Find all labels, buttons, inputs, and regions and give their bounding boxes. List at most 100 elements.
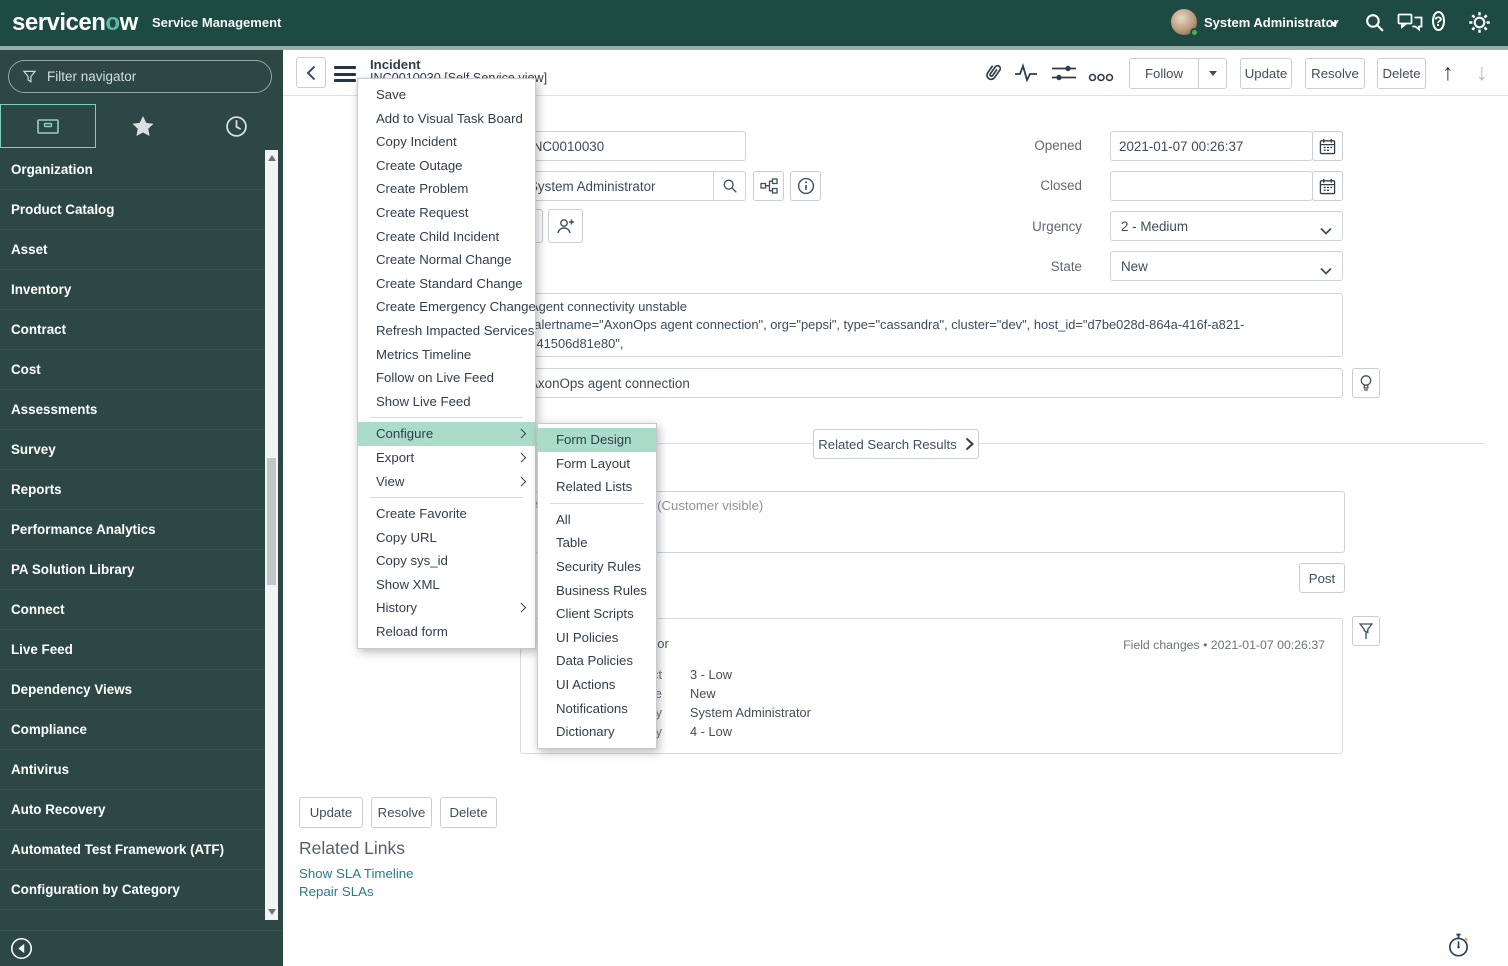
description-field[interactable]: Agent connectivity unstable {alertname="… bbox=[520, 293, 1343, 357]
submenu-item-data-policies[interactable]: Data Policies bbox=[538, 649, 656, 673]
repair-slas-link[interactable]: Repair SLAs bbox=[299, 884, 374, 899]
sidebar-item-dependency-views[interactable]: Dependency Views bbox=[0, 670, 266, 710]
show-related-records-button[interactable] bbox=[753, 171, 784, 201]
menu-item-create-child-incident[interactable]: Create Child Incident bbox=[358, 225, 535, 249]
submenu-item-ui-actions[interactable]: UI Actions bbox=[538, 673, 656, 697]
personalize-form-sliders-icon[interactable] bbox=[1051, 62, 1077, 89]
menu-item-history[interactable]: History bbox=[358, 596, 535, 620]
avatar[interactable] bbox=[1171, 9, 1199, 37]
delete-button-footer[interactable]: Delete bbox=[440, 797, 497, 828]
sidebar-item-pa-solution-library[interactable]: PA Solution Library bbox=[0, 550, 266, 590]
related-search-results-button[interactable]: Related Search Results bbox=[813, 429, 979, 459]
context-menu-button[interactable] bbox=[334, 63, 356, 85]
sidebar-item-atf[interactable]: Automated Test Framework (ATF) bbox=[0, 830, 266, 870]
menu-item-copy-url[interactable]: Copy URL bbox=[358, 526, 535, 550]
suggestion-lightbulb-button[interactable] bbox=[1352, 368, 1380, 398]
filter-navigator-input[interactable] bbox=[8, 60, 272, 93]
menu-item-save[interactable]: Save bbox=[358, 83, 535, 107]
submenu-item-related-lists[interactable]: Related Lists bbox=[538, 475, 656, 499]
menu-item-refresh-impacted-services[interactable]: Refresh Impacted Services bbox=[358, 319, 535, 343]
menu-item-show-xml[interactable]: Show XML bbox=[358, 573, 535, 597]
more-options-icon[interactable] bbox=[1088, 69, 1114, 87]
add-caller-button[interactable] bbox=[548, 209, 583, 243]
menu-item-create-standard-change[interactable]: Create Standard Change bbox=[358, 272, 535, 296]
menu-item-copy-sys-id[interactable]: Copy sys_id bbox=[358, 549, 535, 573]
sidebar-item-organization[interactable]: Organization bbox=[0, 150, 266, 190]
activity-pulse-icon[interactable] bbox=[1014, 62, 1038, 89]
update-button-header[interactable]: Update bbox=[1240, 58, 1292, 89]
post-button[interactable]: Post bbox=[1299, 563, 1345, 593]
menu-item-metrics-timeline[interactable]: Metrics Timeline bbox=[358, 343, 535, 367]
sidebar-scrollbar-thumb[interactable] bbox=[267, 458, 276, 585]
delete-button-header[interactable]: Delete bbox=[1377, 58, 1426, 89]
follow-button[interactable]: Follow bbox=[1129, 58, 1199, 89]
closed-field[interactable] bbox=[1110, 171, 1313, 201]
update-button-footer[interactable]: Update bbox=[299, 797, 363, 828]
menu-item-create-normal-change[interactable]: Create Normal Change bbox=[358, 248, 535, 272]
gear-icon[interactable] bbox=[1468, 11, 1491, 39]
show-sla-timeline-link[interactable]: Show SLA Timeline bbox=[299, 866, 414, 881]
menu-item-create-request[interactable]: Create Request bbox=[358, 201, 535, 225]
sidebar-item-product-catalog[interactable]: Product Catalog bbox=[0, 190, 266, 230]
menu-item-copy-incident[interactable]: Copy Incident bbox=[358, 130, 535, 154]
follow-dropdown-button[interactable] bbox=[1199, 58, 1227, 89]
menu-item-configure[interactable]: Configure bbox=[358, 422, 535, 446]
scroll-to-top-icon[interactable]: ↑ bbox=[1442, 59, 1454, 86]
scroll-down-arrow-icon[interactable] bbox=[267, 909, 276, 915]
state-select[interactable]: New bbox=[1110, 251, 1343, 281]
sidebar-item-reports[interactable]: Reports bbox=[0, 470, 266, 510]
sidebar-item-survey[interactable]: Survey bbox=[0, 430, 266, 470]
submenu-item-dictionary[interactable]: Dictionary bbox=[538, 720, 656, 744]
sidebar-item-antivirus[interactable]: Antivirus bbox=[0, 750, 266, 790]
menu-item-follow-on-live-feed[interactable]: Follow on Live Feed bbox=[358, 366, 535, 390]
submenu-item-notifications[interactable]: Notifications bbox=[538, 697, 656, 721]
submenu-item-all[interactable]: All bbox=[538, 508, 656, 532]
opened-field[interactable] bbox=[1110, 131, 1313, 161]
help-icon[interactable]: ? bbox=[1432, 11, 1445, 31]
sidebar-item-live-feed[interactable]: Live Feed bbox=[0, 630, 266, 670]
menu-item-create-favorite[interactable]: Create Favorite bbox=[358, 502, 535, 526]
activity-filter-button[interactable] bbox=[1352, 616, 1380, 646]
submenu-item-ui-policies[interactable]: UI Policies bbox=[538, 626, 656, 650]
caller-lookup-icon[interactable] bbox=[713, 172, 745, 200]
sidebar-item-configuration-by-category[interactable]: Configuration by Category bbox=[0, 870, 266, 910]
sidebar-item-cost[interactable]: Cost bbox=[0, 350, 266, 390]
submenu-item-business-rules[interactable]: Business Rules bbox=[538, 579, 656, 603]
tab-all-applications[interactable] bbox=[0, 104, 96, 148]
preview-record-button[interactable] bbox=[790, 171, 821, 201]
scroll-up-arrow-icon[interactable] bbox=[267, 155, 276, 161]
urgency-select[interactable]: 2 - Medium bbox=[1110, 211, 1343, 241]
number-field[interactable] bbox=[520, 131, 746, 161]
sidebar-item-connect[interactable]: Connect bbox=[0, 590, 266, 630]
menu-item-view[interactable]: View bbox=[358, 470, 535, 494]
sidebar-item-compliance[interactable]: Compliance bbox=[0, 710, 266, 750]
menu-item-add-to-visual-task-board[interactable]: Add to Visual Task Board bbox=[358, 107, 535, 131]
short-description-field[interactable] bbox=[520, 368, 1343, 398]
menu-item-reload-form[interactable]: Reload form bbox=[358, 620, 535, 644]
sidebar-item-auto-recovery[interactable]: Auto Recovery bbox=[0, 790, 266, 830]
user-caret-icon[interactable] bbox=[1330, 22, 1338, 27]
scroll-to-bottom-icon[interactable]: ↓ bbox=[1476, 59, 1488, 86]
menu-item-create-problem[interactable]: Create Problem bbox=[358, 177, 535, 201]
sidebar-item-performance-analytics[interactable]: Performance Analytics bbox=[0, 510, 266, 550]
global-search-icon[interactable] bbox=[1364, 12, 1385, 38]
sidebar-item-contract[interactable]: Contract bbox=[0, 310, 266, 350]
tab-favorites[interactable] bbox=[96, 104, 190, 148]
menu-item-create-emergency-change[interactable]: Create Emergency Change bbox=[358, 295, 536, 319]
user-menu[interactable]: System Administrator bbox=[1204, 15, 1339, 30]
opened-calendar-button[interactable] bbox=[1312, 131, 1343, 161]
submenu-item-table[interactable]: Table bbox=[538, 531, 656, 555]
caller-field[interactable]: System Administrator bbox=[520, 171, 746, 201]
sidebar-scrollbar[interactable] bbox=[265, 150, 278, 920]
sidebar-item-asset[interactable]: Asset bbox=[0, 230, 266, 270]
connect-chat-icon[interactable] bbox=[1397, 13, 1423, 38]
sidebar-item-inventory[interactable]: Inventory bbox=[0, 270, 266, 310]
response-time-stopwatch-icon[interactable] bbox=[1447, 933, 1470, 963]
resolve-button-header[interactable]: Resolve bbox=[1305, 58, 1365, 89]
resolve-button-footer[interactable]: Resolve bbox=[371, 797, 432, 828]
tab-history[interactable] bbox=[189, 104, 283, 148]
menu-item-export[interactable]: Export bbox=[358, 446, 535, 470]
submenu-item-client-scripts[interactable]: Client Scripts bbox=[538, 602, 656, 626]
menu-item-show-live-feed[interactable]: Show Live Feed bbox=[358, 390, 535, 414]
collapse-sidebar-icon[interactable] bbox=[10, 937, 33, 965]
